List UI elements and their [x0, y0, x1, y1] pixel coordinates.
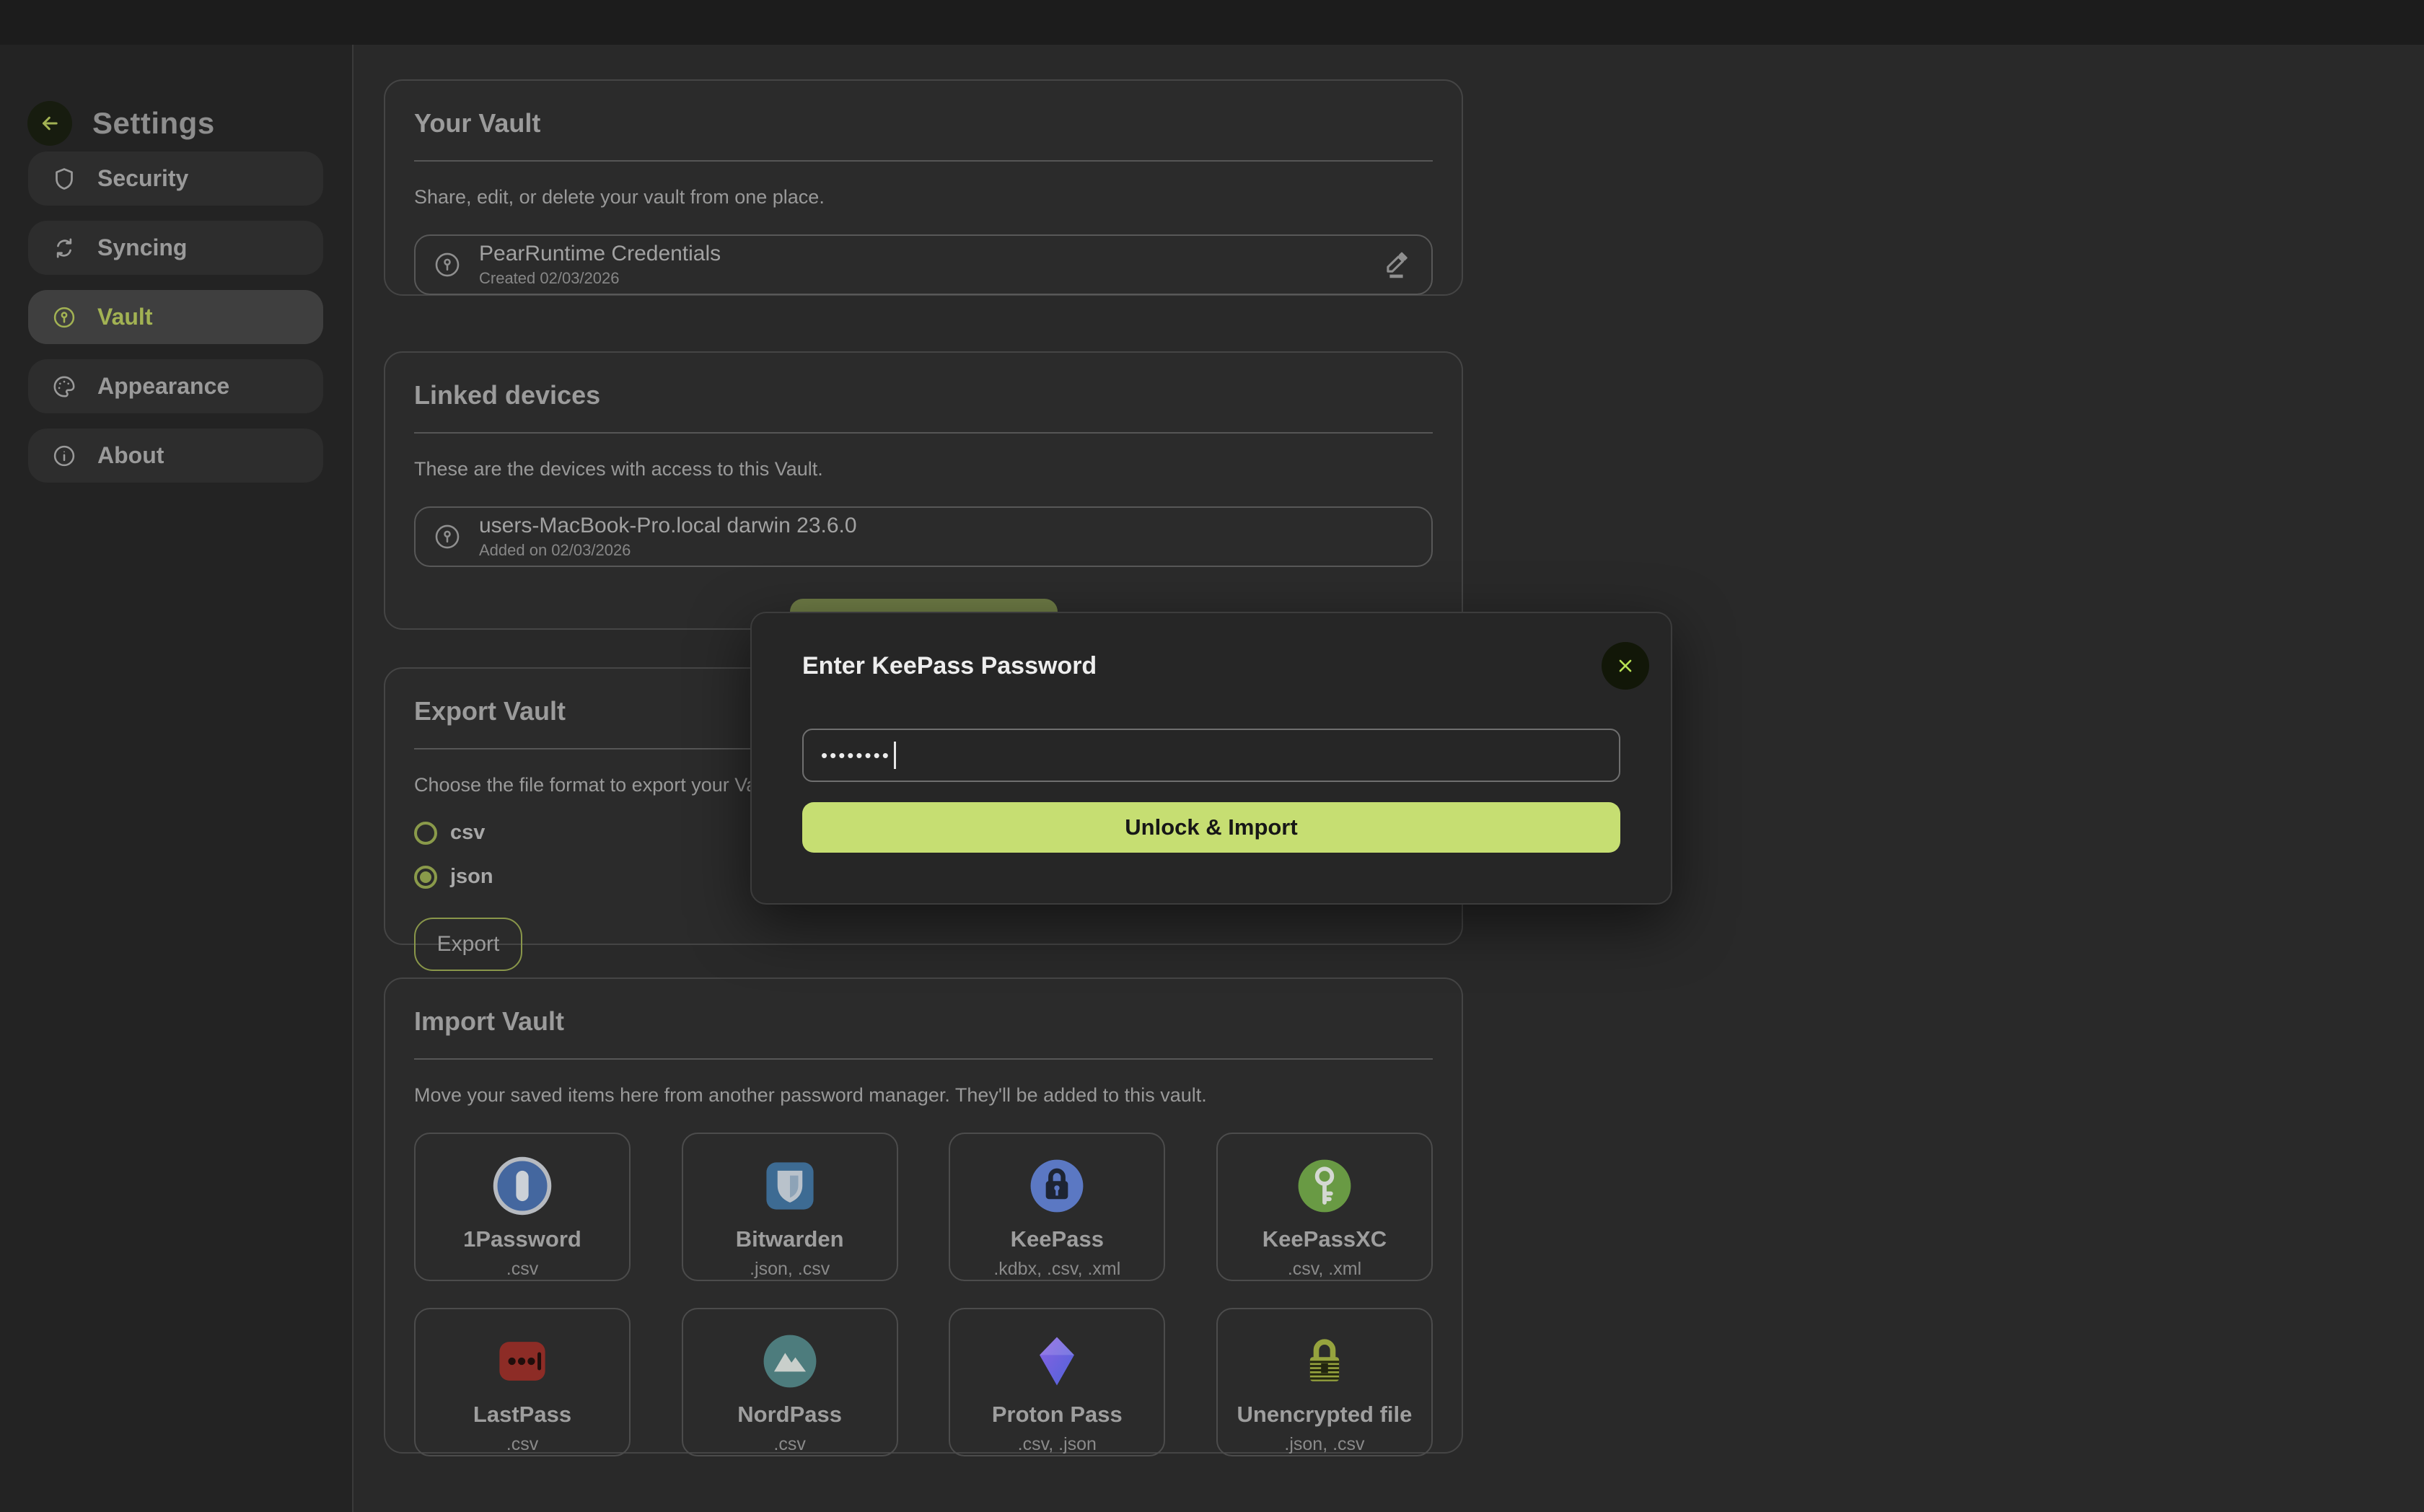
edit-icon — [1379, 248, 1413, 281]
import-provider-unencrypted-file[interactable]: Unencrypted file .json, .csv — [1216, 1308, 1433, 1456]
info-icon — [51, 443, 77, 469]
window-titlebar — [0, 0, 2424, 45]
device-row[interactable]: users-MacBook-Pro.local darwin 23.6.0 Ad… — [414, 506, 1433, 567]
protonpass-icon — [1024, 1328, 1090, 1394]
close-icon — [1613, 654, 1638, 678]
import-provider-protonpass[interactable]: Proton Pass .csv, .json — [949, 1308, 1165, 1456]
import-provider-grid: 1Password .csv Bitwarden .json, .csv Kee… — [414, 1133, 1433, 1456]
arrow-left-icon — [38, 111, 62, 136]
vault-row[interactable]: PearRuntime Credentials Created 02/03/20… — [414, 234, 1433, 295]
text-caret — [894, 742, 896, 769]
unlock-import-button[interactable]: Unlock & Import — [802, 802, 1620, 853]
modal-header: Enter KeePass Password — [802, 642, 1620, 690]
provider-name: LastPass — [473, 1402, 571, 1428]
vault-meta: Created 02/03/2026 — [479, 269, 721, 288]
device-name: users-MacBook-Pro.local darwin 23.6.0 — [479, 514, 857, 538]
import-provider-1password[interactable]: 1Password .csv — [414, 1133, 631, 1281]
password-input[interactable]: •••••••• — [802, 729, 1620, 782]
section-description: These are the devices with access to thi… — [414, 458, 1433, 480]
keepassxc-icon — [1291, 1153, 1358, 1219]
section-title: Linked devices — [414, 380, 1433, 410]
app-window: Settings Security Syncing Vault — [0, 0, 2424, 1512]
section-title: Your Vault — [414, 108, 1433, 139]
provider-formats: .csv, .json — [1018, 1434, 1097, 1455]
edit-vault-button[interactable] — [1379, 248, 1413, 281]
sidebar-item-label: Security — [97, 165, 188, 192]
import-provider-bitwarden[interactable]: Bitwarden .json, .csv — [682, 1133, 898, 1281]
section-description: Share, edit, or delete your vault from o… — [414, 186, 1433, 208]
sidebar-item-syncing[interactable]: Syncing — [28, 221, 323, 275]
provider-formats: .csv, .xml — [1288, 1259, 1361, 1280]
import-provider-keepass[interactable]: KeePass .kdbx, .csv, .xml — [949, 1133, 1165, 1281]
sync-icon — [51, 235, 77, 261]
bitwarden-icon — [757, 1153, 823, 1219]
import-provider-lastpass[interactable]: LastPass .csv — [414, 1308, 631, 1456]
palette-icon — [51, 374, 77, 400]
1password-icon — [489, 1153, 556, 1219]
sidebar-item-vault[interactable]: Vault — [28, 290, 323, 344]
provider-name: Bitwarden — [736, 1226, 844, 1252]
sidebar-item-about[interactable]: About — [28, 428, 323, 483]
provider-formats: .json, .csv — [1284, 1434, 1364, 1455]
sidebar-item-label: About — [97, 442, 164, 469]
device-row-text: users-MacBook-Pro.local darwin 23.6.0 Ad… — [479, 514, 857, 560]
password-masked-value: •••••••• — [821, 746, 891, 765]
radio-label: json — [450, 865, 493, 889]
provider-formats: .csv — [773, 1434, 805, 1455]
sidebar-item-label: Syncing — [97, 234, 187, 261]
import-provider-nordpass[interactable]: NordPass .csv — [682, 1308, 898, 1456]
provider-name: KeePass — [1011, 1226, 1104, 1252]
unencrypted-lock-icon — [1291, 1328, 1358, 1394]
import-vault-card: Import Vault Move your saved items here … — [384, 977, 1463, 1454]
sidebar-item-security[interactable]: Security — [28, 151, 323, 206]
import-provider-keepassxc[interactable]: KeePassXC .csv, .xml — [1216, 1133, 1433, 1281]
divider — [414, 160, 1433, 162]
section-description: Move your saved items here from another … — [414, 1084, 1433, 1107]
radio-label: csv — [450, 821, 485, 845]
provider-formats: .csv — [506, 1259, 538, 1280]
provider-name: 1Password — [463, 1226, 581, 1252]
key-icon — [51, 304, 77, 330]
divider — [414, 1058, 1433, 1060]
vault-name: PearRuntime Credentials — [479, 242, 721, 266]
radio-unselected-icon — [414, 822, 437, 845]
lastpass-icon — [489, 1328, 556, 1394]
provider-formats: .csv — [506, 1434, 538, 1455]
provider-formats: .json, .csv — [750, 1259, 830, 1280]
close-button[interactable] — [1602, 642, 1649, 690]
sidebar-header: Settings — [27, 101, 215, 146]
export-button[interactable]: Export — [414, 918, 522, 971]
provider-name: Proton Pass — [992, 1402, 1123, 1428]
sidebar-item-label: Appearance — [97, 373, 229, 400]
sidebar-item-appearance[interactable]: Appearance — [28, 359, 323, 413]
keepass-icon — [1024, 1153, 1090, 1219]
settings-sidebar: Settings Security Syncing Vault — [0, 45, 354, 1512]
modal-title: Enter KeePass Password — [802, 652, 1097, 680]
back-button[interactable] — [27, 101, 72, 146]
divider — [414, 432, 1433, 434]
radio-selected-icon — [414, 866, 437, 889]
vault-row-text: PearRuntime Credentials Created 02/03/20… — [479, 242, 721, 288]
your-vault-card: Your Vault Share, edit, or delete your v… — [384, 79, 1463, 296]
provider-name: Unencrypted file — [1237, 1402, 1413, 1428]
keepass-password-modal: Enter KeePass Password •••••••• Unlock &… — [750, 612, 1672, 905]
linked-devices-card: Linked devices These are the devices wit… — [384, 351, 1463, 630]
shield-icon — [51, 166, 77, 192]
provider-formats: .kdbx, .csv, .xml — [993, 1259, 1120, 1280]
sidebar-item-label: Vault — [97, 304, 152, 330]
section-title: Import Vault — [414, 1006, 1433, 1037]
nordpass-icon — [757, 1328, 823, 1394]
key-icon — [431, 521, 463, 553]
provider-name: KeePassXC — [1262, 1226, 1387, 1252]
provider-name: NordPass — [737, 1402, 842, 1428]
device-meta: Added on 02/03/2026 — [479, 541, 857, 560]
page-title: Settings — [92, 106, 215, 141]
key-icon — [431, 249, 463, 281]
sidebar-nav: Security Syncing Vault Appearance — [28, 151, 323, 483]
